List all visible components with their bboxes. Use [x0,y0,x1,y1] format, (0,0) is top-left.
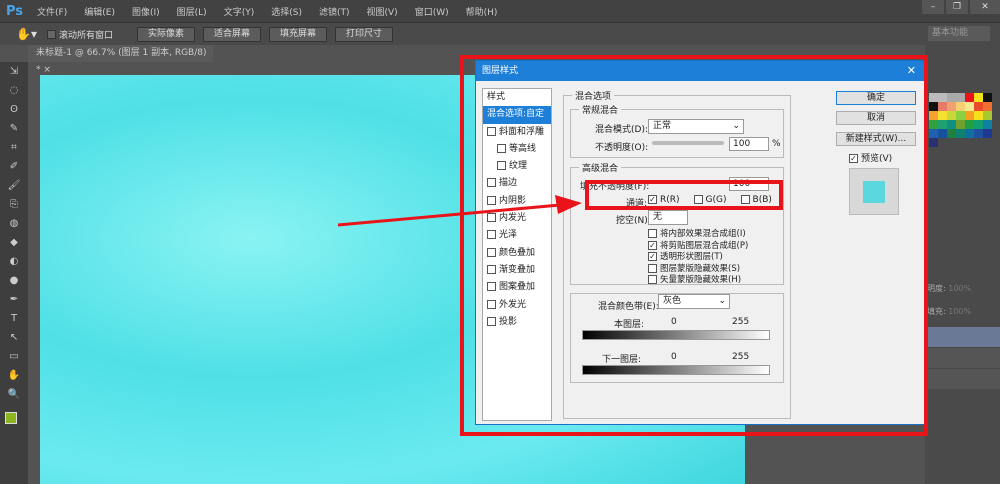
annotation-arrow [337,195,582,227]
